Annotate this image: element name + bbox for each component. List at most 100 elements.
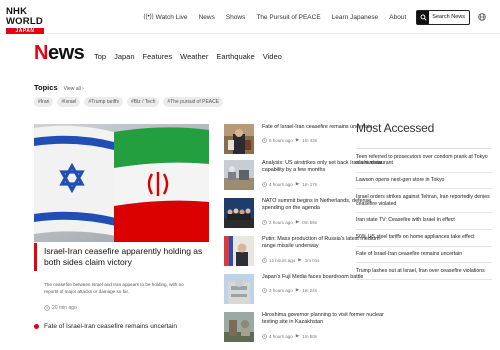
- logo-wordmark: NHK WORLD: [6, 6, 43, 27]
- nav-shows[interactable]: Shows: [226, 14, 246, 21]
- story-thumbnail: [224, 160, 254, 190]
- most-accessed-item[interactable]: 50% US steel tariffs on home appliances …: [356, 230, 492, 247]
- clock-icon: [262, 333, 267, 339]
- list-item[interactable]: Fate of Israel-Iran ceasefire remains un…: [224, 124, 372, 158]
- clock-icon: [262, 287, 267, 293]
- category-weather[interactable]: Weather: [180, 52, 208, 61]
- search-news-button[interactable]: Search News: [416, 9, 470, 25]
- featured-accent-bar: [34, 243, 37, 271]
- list-item[interactable]: Analysis: US airstrikes only set back Ir…: [224, 160, 382, 194]
- topic-tags: #Iran #Israel #Trump tariffs #Biz / Tech…: [34, 97, 227, 107]
- most-accessed-item[interactable]: Iran state TV: Ceasefire with Israel in …: [356, 213, 492, 230]
- play-icon: ▶: [295, 181, 300, 186]
- featured-story-summary: The ceasefire between Israel and Iran ap…: [44, 282, 184, 294]
- topic-tag-israel[interactable]: #Israel: [57, 97, 81, 107]
- play-icon: ▶: [295, 333, 300, 338]
- story-thumbnail: [224, 198, 254, 228]
- most-accessed-title: Most Accessed: [356, 121, 435, 135]
- story-time-ago: 12 hours ago: [269, 257, 296, 263]
- story-title: Hiroshima governor planning to visit for…: [262, 312, 384, 325]
- story-meta: 3 hours ago ▶ 1m 24s: [262, 287, 317, 293]
- category-video[interactable]: Video: [263, 52, 282, 61]
- story-time-ago: 2 hours ago: [269, 219, 293, 225]
- page-title: News: [34, 42, 85, 65]
- most-accessed-item[interactable]: Trump lashes out at Israel, Iran over ce…: [356, 263, 492, 281]
- category-top[interactable]: Top: [94, 52, 106, 61]
- most-accessed-item[interactable]: Israel orders strikes against Tehran, Ir…: [356, 189, 492, 213]
- story-time-ago: 6 hours ago: [269, 137, 293, 143]
- page-title-rest: ews: [47, 42, 85, 64]
- story-time-ago: 4 hours ago: [269, 181, 293, 187]
- story-duration: 1m 50s: [302, 333, 318, 339]
- most-accessed-item[interactable]: Teen referred to prosecutors over condom…: [356, 149, 492, 173]
- featured-time-label: 20 min ago: [52, 305, 77, 311]
- featured-story-title[interactable]: Israel-Iran ceasefire apparently holding…: [44, 246, 204, 267]
- related-story-title: Fate of Israel-Iran ceasefire remains un…: [44, 323, 177, 330]
- topic-tag-pursuit-of-peace[interactable]: #The pursuit of PEACE: [163, 97, 224, 107]
- list-item[interactable]: NATO summit begins in Netherlands, defen…: [224, 198, 371, 232]
- top-navigation: ((•)) Watch Live News Shows The Pursuit …: [133, 8, 486, 26]
- nhk-world-logo[interactable]: NHK WORLD JAPAN: [6, 6, 60, 34]
- related-story-link[interactable]: Fate of Israel-Iran ceasefire remains un…: [34, 323, 177, 330]
- view-all-topics-link[interactable]: View all ›: [64, 86, 84, 92]
- nav-learn-japanese[interactable]: Learn Japanese: [332, 14, 379, 21]
- topic-tag-trump-tariffs[interactable]: #Trump tariffs: [84, 97, 123, 107]
- list-item[interactable]: Japan's Fuji Media faces boardroom battl…: [224, 274, 363, 308]
- watch-live-label: Watch Live: [155, 13, 188, 21]
- search-news-label: Search News: [432, 14, 465, 20]
- story-time-ago: 3 hours ago: [269, 287, 293, 293]
- story-duration: 1m 01s: [304, 257, 320, 263]
- story-meta: 4 hours ago ▶ 1m 50s: [262, 333, 317, 339]
- story-thumbnail: [224, 124, 254, 154]
- clock-icon: [262, 219, 267, 225]
- category-japan[interactable]: Japan: [114, 52, 134, 61]
- story-meta: 2 hours ago ▶ 0m 59s: [262, 219, 317, 225]
- story-thumbnail: [224, 312, 254, 342]
- topics-title: Topics: [34, 83, 58, 92]
- clock-icon: [44, 305, 50, 311]
- page-title-initial: N: [34, 42, 48, 64]
- most-accessed-list: Teen referred to prosecutors over condom…: [356, 148, 492, 281]
- topics-header: Topics View all ›: [34, 83, 84, 92]
- red-dot-icon: [34, 324, 39, 329]
- play-icon: ▶: [298, 257, 302, 262]
- nav-pursuit-of-peace[interactable]: The Pursuit of PEACE: [256, 14, 320, 21]
- view-all-label: View all: [63, 86, 81, 92]
- featured-story-time: 20 min ago: [44, 305, 77, 311]
- category-navigation: Top Japan Features Weather Earthquake Vi…: [94, 52, 290, 61]
- story-thumbnail: [224, 236, 254, 266]
- story-meta: 12 hours ago ▶ 1m 01s: [262, 257, 320, 263]
- clock-icon: [262, 137, 267, 143]
- play-icon: ▶: [295, 137, 300, 142]
- nav-about[interactable]: About: [389, 14, 406, 21]
- category-earthquake[interactable]: Earthquake: [216, 52, 254, 61]
- featured-story-image[interactable]: [34, 124, 209, 242]
- nav-news[interactable]: News: [199, 14, 215, 21]
- language-globe-icon[interactable]: [478, 13, 486, 21]
- topic-tag-iran[interactable]: #Iran: [34, 97, 54, 107]
- list-item[interactable]: Putin: Mass production of Russia's lates…: [224, 236, 381, 270]
- story-meta: 4 hours ago ▶ 1m 17s: [262, 181, 317, 187]
- watch-live-link[interactable]: ((•)) Watch Live: [144, 14, 188, 21]
- list-item[interactable]: Hiroshima governor planning to visit for…: [224, 312, 384, 346]
- story-thumbnail: [224, 274, 254, 304]
- chevron-right-icon: ›: [82, 86, 84, 92]
- logo-japan-label: JAPAN: [6, 28, 44, 34]
- story-duration: 0m 59s: [302, 219, 318, 225]
- play-icon: ▶: [295, 219, 300, 224]
- story-time-ago: 4 hours ago: [269, 333, 293, 339]
- most-accessed-item[interactable]: Fate of Israel-Iran ceasefire remains un…: [356, 247, 492, 264]
- clock-icon: [262, 257, 267, 263]
- play-icon: ▶: [295, 287, 300, 292]
- story-meta: 6 hours ago ▶ 1m 43s: [262, 137, 317, 143]
- top-header: NHK WORLD JAPAN ((•)) Watch Live News Sh…: [0, 0, 500, 34]
- search-icon: [417, 10, 430, 24]
- story-duration: 1m 17s: [302, 181, 318, 187]
- story-duration: 1m 24s: [302, 287, 318, 293]
- category-features[interactable]: Features: [143, 52, 173, 61]
- story-duration: 1m 43s: [302, 137, 318, 143]
- clock-icon: [262, 181, 267, 187]
- topic-tag-biz-tech[interactable]: #Biz / Tech: [127, 97, 160, 107]
- live-broadcast-icon: ((•)): [143, 14, 154, 20]
- most-accessed-item[interactable]: Lawson opens next-gen store in Tokyo: [356, 173, 492, 190]
